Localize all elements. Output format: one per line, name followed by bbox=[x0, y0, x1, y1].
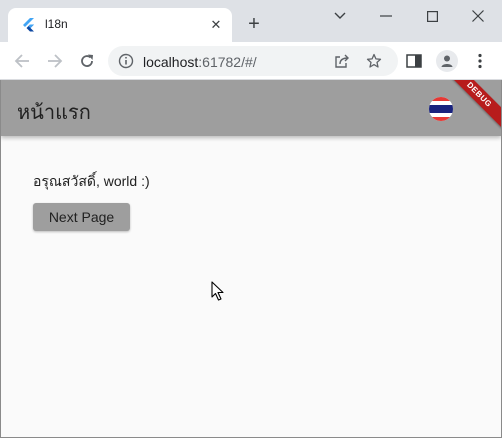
share-icon[interactable] bbox=[334, 53, 350, 69]
info-icon[interactable] bbox=[118, 53, 134, 69]
star-icon[interactable] bbox=[366, 53, 382, 69]
browser-tab[interactable]: l18n ✕ bbox=[8, 8, 232, 42]
greeting-text: อรุณสวัสดิ์, world :) bbox=[33, 173, 150, 189]
thailand-flag-icon[interactable] bbox=[429, 97, 453, 121]
app-bar: หน้าแรก DEBUG bbox=[1, 80, 501, 136]
page-title: หน้าแรก bbox=[17, 102, 91, 124]
new-tab-button[interactable]: + bbox=[244, 14, 264, 34]
reload-icon[interactable] bbox=[77, 51, 97, 71]
url-path: :61782/#/ bbox=[198, 54, 257, 70]
address-bar[interactable]: localhost:61782/#/ bbox=[108, 46, 398, 76]
chevron-down-icon[interactable] bbox=[326, 6, 354, 26]
url-text[interactable]: localhost:61782/#/ bbox=[143, 54, 257, 70]
arrow-left-icon[interactable] bbox=[12, 51, 32, 71]
tab-title: l18n bbox=[45, 17, 68, 31]
page-viewport: หน้าแรก DEBUG อรุณสวัสดิ์, world :) Next… bbox=[1, 80, 501, 437]
debug-banner: DEBUG bbox=[445, 80, 501, 129]
next-page-button[interactable]: Next Page bbox=[33, 203, 130, 231]
maximize-icon[interactable] bbox=[418, 6, 446, 26]
mouse-cursor-icon bbox=[211, 281, 224, 301]
kebab-menu-icon[interactable] bbox=[470, 51, 490, 71]
side-panel-icon[interactable] bbox=[404, 51, 424, 71]
close-icon[interactable] bbox=[464, 6, 492, 26]
tab-close-icon[interactable]: ✕ bbox=[208, 17, 224, 33]
url-host: localhost bbox=[143, 54, 199, 70]
arrow-right-icon[interactable] bbox=[45, 51, 65, 71]
browser-toolbar: localhost:61782/#/ bbox=[0, 42, 502, 80]
minimize-icon[interactable] bbox=[372, 6, 400, 26]
profile-avatar-icon[interactable] bbox=[436, 50, 458, 72]
flutter-icon bbox=[23, 18, 34, 32]
browser-title-bar: l18n ✕ + bbox=[0, 0, 502, 42]
